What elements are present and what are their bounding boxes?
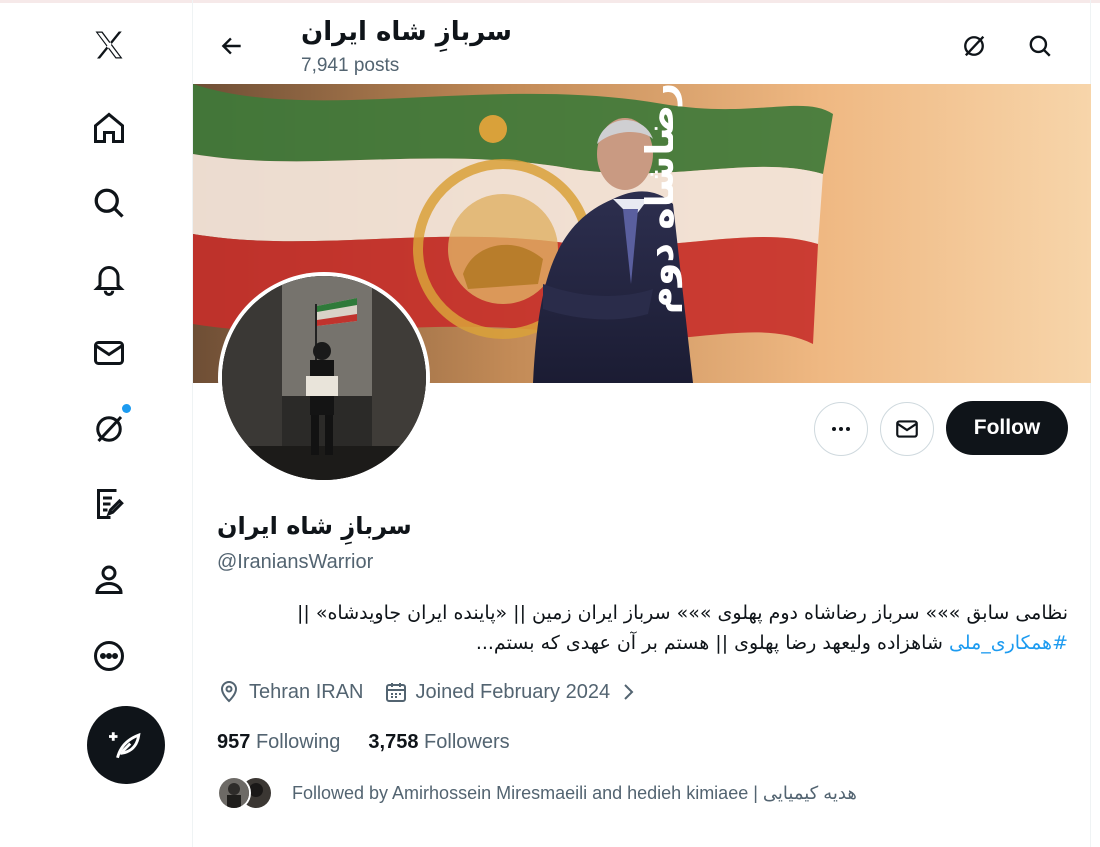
notifications-icon[interactable] xyxy=(82,251,136,305)
profile-handle: @IraniansWarrior xyxy=(217,551,374,573)
x-logo-icon[interactable] xyxy=(82,18,136,72)
profile-meta: Tehran IRAN Joined February 2024 xyxy=(217,677,660,707)
location-pin-icon xyxy=(220,681,238,703)
calendar-icon xyxy=(385,683,406,702)
profile-name: سربازِ شاه ایران xyxy=(217,512,412,540)
search-icon[interactable] xyxy=(1021,27,1059,65)
joined-item[interactable]: Joined February 2024 xyxy=(384,680,641,704)
more-options-button[interactable] xyxy=(814,402,868,456)
lists-icon[interactable] xyxy=(82,477,136,531)
follow-stats: 957 Following 3,758 Followers xyxy=(217,731,538,754)
following-count: 957 xyxy=(217,731,251,753)
follower-avatar xyxy=(217,776,251,810)
location-item: Tehran IRAN xyxy=(217,680,364,704)
grok-icon[interactable] xyxy=(82,402,136,456)
bio-line-1: نظامی سابق »»» سرباز رضاشاه دوم پهلوی »»… xyxy=(297,602,1068,624)
following-stat[interactable]: 957 Following xyxy=(217,731,340,754)
side-navigation xyxy=(0,0,193,847)
post-count: 7,941 posts xyxy=(301,55,400,76)
joined-text: Joined February 2024 xyxy=(415,680,611,703)
more-options-icon[interactable] xyxy=(82,629,136,683)
feather-plus-icon xyxy=(109,732,141,759)
message-button[interactable] xyxy=(880,402,934,456)
back-arrow-icon[interactable] xyxy=(213,27,251,65)
notification-dot xyxy=(122,404,131,413)
followed-by-text: Followed by Amirhossein Miresmaeili and … xyxy=(292,782,857,803)
more-dots-icon xyxy=(832,427,850,431)
bio-hashtag-link[interactable]: #همکاری_ملی xyxy=(949,632,1068,654)
messages-icon[interactable] xyxy=(82,326,136,380)
profile-column: سربازِ شاه ایران 7,941 posts رضاشاه دوم … xyxy=(192,0,1091,847)
home-icon[interactable] xyxy=(82,101,136,155)
location-text: Tehran IRAN xyxy=(249,680,364,703)
avatar-image xyxy=(222,276,426,480)
bio-line-2-text: شاهزاده ولیعهد رضا پهلوی || هستم بر آن ع… xyxy=(475,632,949,654)
chevron-right-icon xyxy=(624,684,634,700)
profile-avatar[interactable] xyxy=(218,272,430,484)
followers-stat[interactable]: 3,758 Followers xyxy=(368,731,509,754)
banner-calligraphy: رضاشاه دوم xyxy=(638,84,683,314)
search-icon[interactable] xyxy=(82,176,136,230)
envelope-icon xyxy=(896,420,918,438)
grok-icon[interactable] xyxy=(955,27,993,65)
bio-line-2: #همکاری_ملی شاهزاده ولیعهد رضا پهلوی || … xyxy=(217,628,1068,658)
profile-icon[interactable] xyxy=(82,552,136,606)
following-label: Following xyxy=(255,731,341,753)
follow-button[interactable]: Follow xyxy=(946,401,1068,455)
compose-post-button[interactable] xyxy=(87,706,165,784)
profile-header: سربازِ شاه ایران 7,941 posts xyxy=(193,3,1092,83)
followers-count: 3,758 xyxy=(368,731,419,753)
profile-bio: نظامی سابق »»» سرباز رضاشاه دوم پهلوی »»… xyxy=(217,598,1068,658)
header-title: سربازِ شاه ایران xyxy=(301,17,512,47)
followed-by-row[interactable]: Followed by Amirhossein Miresmaeili and … xyxy=(217,776,857,810)
followers-label: Followers xyxy=(424,731,510,753)
